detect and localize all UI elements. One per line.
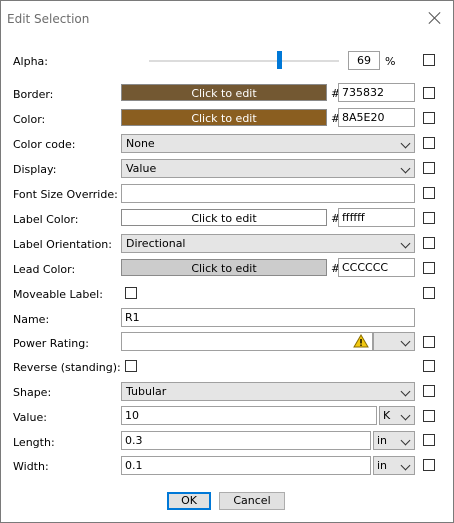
length-checkbox[interactable]	[423, 434, 435, 446]
power-rating-checkbox[interactable]	[423, 336, 435, 348]
lead-color-checkbox[interactable]	[423, 262, 435, 274]
shape-select[interactable]: Tubular	[121, 382, 415, 401]
label-orientation-value: Directional	[126, 237, 186, 250]
label-orientation-select[interactable]: Directional	[121, 234, 415, 253]
label-color-checkbox[interactable]	[423, 212, 435, 224]
value-label: Value:	[13, 411, 47, 424]
display-label: Display:	[13, 163, 57, 176]
alpha-checkbox[interactable]	[423, 54, 435, 66]
value-checkbox[interactable]	[423, 410, 435, 422]
chevron-down-icon	[400, 336, 411, 347]
chevron-down-icon	[400, 386, 411, 397]
window-title: Edit Selection	[7, 12, 90, 26]
length-label: Length:	[13, 436, 55, 449]
length-input[interactable]: 0.3	[121, 431, 371, 450]
power-rating-label: Power Rating:	[13, 337, 89, 350]
shape-checkbox[interactable]	[423, 385, 435, 397]
border-hex-input[interactable]: 735832	[338, 83, 415, 102]
width-unit-select[interactable]: in	[373, 456, 415, 475]
lead-color-label: Lead Color:	[13, 263, 76, 276]
reverse-label: Reverse (standing):	[13, 361, 121, 374]
warning-icon	[353, 334, 369, 348]
label-color-button[interactable]: Click to edit	[121, 209, 327, 226]
ok-button[interactable]: OK	[167, 492, 211, 510]
chevron-down-icon	[400, 138, 411, 149]
color-code-checkbox[interactable]	[423, 137, 435, 149]
length-unit: in	[377, 434, 388, 447]
close-icon[interactable]	[427, 10, 443, 26]
width-label: Width:	[13, 460, 49, 473]
font-size-checkbox[interactable]	[423, 187, 435, 199]
cancel-button[interactable]: Cancel	[219, 492, 285, 510]
shape-value: Tubular	[126, 385, 167, 398]
chevron-down-icon	[400, 460, 411, 471]
power-rating-input[interactable]	[121, 332, 373, 351]
name-label: Name:	[13, 313, 50, 326]
moveable-label-checkbox[interactable]	[423, 287, 435, 299]
shape-label: Shape:	[13, 386, 52, 399]
font-size-input[interactable]	[121, 184, 415, 203]
value-input[interactable]: 10	[121, 406, 377, 425]
display-checkbox[interactable]	[423, 162, 435, 174]
lead-color-hex-input[interactable]: CCCCCC	[338, 258, 415, 277]
moveable-label-value-checkbox[interactable]	[125, 287, 137, 299]
color-label: Color:	[13, 113, 46, 126]
display-value: Value	[126, 162, 157, 175]
length-unit-select[interactable]: in	[373, 431, 415, 450]
color-hex-input[interactable]: 8A5E20	[338, 108, 415, 127]
value-unit-select[interactable]: K	[379, 406, 415, 425]
lead-color-button[interactable]: Click to edit	[121, 259, 327, 276]
reverse-value-checkbox[interactable]	[125, 360, 137, 372]
color-button[interactable]: Click to edit	[121, 109, 327, 126]
width-unit: in	[377, 459, 388, 472]
width-checkbox[interactable]	[423, 459, 435, 471]
label-orientation-label: Label Orientation:	[13, 238, 112, 251]
chevron-down-icon	[400, 163, 411, 174]
chevron-down-icon	[400, 238, 411, 249]
alpha-slider-track[interactable]	[149, 60, 339, 62]
title-bar: Edit Selection	[1, 1, 453, 37]
color-code-select[interactable]: None	[121, 134, 415, 153]
border-checkbox[interactable]	[423, 87, 435, 99]
border-label: Border:	[13, 88, 54, 101]
moveable-label-label: Moveable Label:	[13, 288, 103, 301]
value-unit: K	[383, 409, 391, 422]
chevron-down-icon	[400, 410, 411, 421]
color-code-value: None	[126, 137, 155, 150]
power-rating-unit-select[interactable]	[373, 332, 415, 351]
alpha-value-input[interactable]: 69	[348, 51, 380, 70]
display-select[interactable]: Value	[121, 159, 415, 178]
name-input[interactable]: R1	[121, 308, 415, 327]
color-code-label: Color code:	[13, 138, 76, 151]
alpha-unit: %	[385, 55, 396, 68]
border-color-button[interactable]: Click to edit	[121, 84, 327, 101]
edit-selection-dialog: Edit Selection Alpha: 69 % Border: Click…	[0, 0, 454, 523]
width-input[interactable]: 0.1	[121, 456, 371, 475]
alpha-slider-thumb[interactable]	[277, 51, 282, 69]
font-size-label: Font Size Override:	[13, 188, 118, 201]
color-checkbox[interactable]	[423, 112, 435, 124]
chevron-down-icon	[400, 435, 411, 446]
label-color-label: Label Color:	[13, 213, 79, 226]
label-orientation-checkbox[interactable]	[423, 237, 435, 249]
alpha-label: Alpha:	[13, 55, 48, 68]
reverse-checkbox[interactable]	[423, 360, 435, 372]
label-color-hex-input[interactable]: ffffff	[338, 208, 415, 227]
